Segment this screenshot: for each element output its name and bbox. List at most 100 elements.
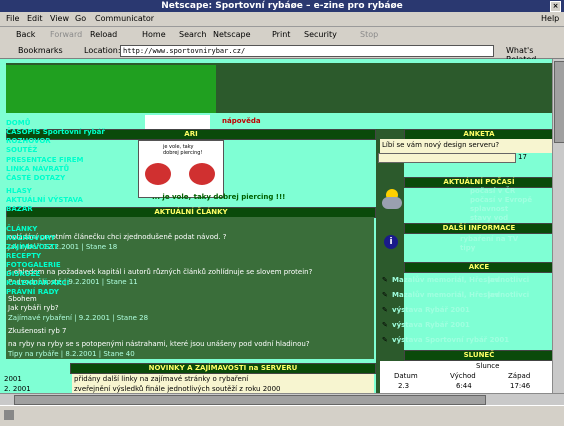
- page-content: nápověda ARI je vole, taky dobrej pierci…: [0, 59, 552, 393]
- info-link[interactable]: rybaření na TV: [460, 235, 518, 244]
- info-icon: i: [384, 235, 398, 249]
- window-title-bar: Netscape: Sportovní rybáøe – e-zine pro …: [0, 0, 564, 12]
- sidebar-item[interactable]: HLASY: [6, 187, 32, 196]
- sidebar-item[interactable]: AKTUÁLNÍ VÝSTAVA: [6, 196, 83, 205]
- hscroll-thumb[interactable]: [14, 395, 486, 405]
- search-button[interactable]: Search: [179, 30, 206, 39]
- stop-button[interactable]: Stop: [360, 30, 378, 39]
- akce-item[interactable]: Mazalův memoriál, Hřeslav: [392, 291, 499, 300]
- akce-bullet-icon: ✎: [382, 336, 388, 344]
- novinka-date: 2001: [4, 375, 22, 383]
- fish-caption-2: dobrej piercing!: [163, 150, 203, 156]
- akce-bullet-icon: ✎: [382, 291, 388, 299]
- sidebar-item[interactable]: RECEPTY: [6, 252, 41, 261]
- reload-button[interactable]: Reload: [90, 30, 117, 39]
- print-button[interactable]: Print: [272, 30, 290, 39]
- sidebar-item[interactable]: ROZHOVORY: [6, 234, 55, 243]
- akce-header: AKCE: [404, 262, 552, 273]
- security-button[interactable]: Security: [304, 30, 337, 39]
- sidebar-item[interactable]: DISKUZE: [6, 270, 40, 279]
- fish-icon: [189, 163, 215, 185]
- scroll-thumb[interactable]: [554, 61, 564, 143]
- window-title: Netscape: Sportovní rybáøe – e-zine pro …: [161, 1, 403, 11]
- sidebar-item[interactable]: BAZAR: [6, 205, 33, 214]
- forward-button[interactable]: Forward: [50, 30, 82, 39]
- sun-datum: 2.3: [398, 382, 410, 390]
- url-input[interactable]: http://www.sportovnirybar.cz/: [120, 45, 494, 57]
- sidebar-item[interactable]: SOUTĚŽ: [6, 146, 37, 155]
- article-title[interactable]: Zkušenosti ryb 7: [8, 327, 66, 336]
- sun-col-vychod: Východ: [450, 372, 476, 380]
- component-bar[interactable]: [480, 410, 558, 420]
- menu-file[interactable]: File: [6, 14, 19, 23]
- ari-caption: ... je vole, taky dobrej piercing !!!: [152, 193, 286, 201]
- menu-edit[interactable]: Edit: [27, 14, 43, 23]
- akce-kind: jednotlivci: [488, 276, 530, 284]
- location-label: Location:: [84, 46, 121, 55]
- pocasi-link[interactable]: počasí v Evropě: [470, 196, 532, 205]
- pocasi-link[interactable]: splavnost: [470, 205, 508, 214]
- back-button[interactable]: Back: [16, 30, 35, 39]
- fish-image-top: [145, 115, 210, 130]
- sidebar-item[interactable]: PRÁVNÍ RADY: [6, 288, 59, 297]
- anketa-question: Líbí se vám nový design serveru?: [382, 141, 500, 149]
- sun-col-zapad: Západ: [508, 372, 531, 380]
- anketa-bar: [378, 153, 516, 163]
- sidebar-item[interactable]: ČASOPIS Sportovní rybář: [6, 128, 105, 137]
- pocasi-link[interactable]: stavy vod: [470, 214, 508, 223]
- sun-vychod: 6:44: [456, 382, 472, 390]
- sidebar-item[interactable]: DOMŮ: [6, 119, 30, 128]
- menu-go[interactable]: Go: [75, 14, 86, 23]
- navigation-toolbar: Back Forward Reload Home Search Netscape…: [0, 27, 564, 44]
- novinka-text: přidány další linky na zajímavé stránky …: [74, 375, 249, 383]
- sidebar-item[interactable]: ROZHOVOR: [6, 137, 51, 146]
- info-header: DALŠÍ INFORMACE: [404, 223, 552, 234]
- vertical-scrollbar[interactable]: [552, 59, 564, 393]
- close-window-button[interactable]: ×: [550, 1, 561, 12]
- menu-bar: File Edit View Go Communicator Help: [0, 12, 564, 27]
- cloud-icon: [382, 197, 402, 209]
- location-toolbar: Bookmarks Location: http://www.sportovni…: [0, 43, 564, 64]
- napoveda-link[interactable]: nápověda: [222, 117, 261, 126]
- akce-kind: jednotlivci: [488, 291, 530, 299]
- bookmarks-button[interactable]: Bookmarks: [18, 46, 63, 55]
- netscape-button[interactable]: Netscape: [213, 30, 251, 39]
- akce-item[interactable]: výstava Rybář 2001: [392, 306, 470, 315]
- menu-communicator[interactable]: Communicator: [95, 14, 154, 23]
- right-strip: [376, 129, 404, 393]
- novinky-header: NOVINKY A ZAJÍMAVOSTI na SERVERU: [70, 363, 376, 374]
- akce-bullet-icon: ✎: [382, 276, 388, 284]
- fish-icon: [145, 163, 171, 185]
- menu-view[interactable]: View: [50, 14, 69, 23]
- menu-help[interactable]: Help: [541, 14, 559, 23]
- anketa-count: 17: [518, 153, 527, 161]
- sidebar-item[interactable]: ČLÁNKY: [6, 225, 37, 234]
- akce-item[interactable]: výstava Rybář 2001: [392, 321, 470, 330]
- novinka-text: zveřejnění výsledků finále jednotlivých …: [74, 385, 281, 393]
- status-bar: [0, 405, 564, 426]
- sun-table-title: Slunce: [476, 362, 500, 370]
- sidebar-item[interactable]: ZAJÍMAVOSTI: [6, 243, 57, 252]
- novinka-date: 2. 2001: [4, 385, 31, 393]
- security-lock-icon[interactable]: [4, 410, 14, 420]
- article-meta[interactable]: Zajímavé rybaření | 9.2.2001 | Stane 28: [8, 314, 148, 323]
- info-link[interactable]: tipy: [460, 244, 475, 253]
- sun-col-datum: Datum: [394, 372, 418, 380]
- article-meta[interactable]: Tipy na rybáře | 8.2.2001 | Stane 40: [8, 350, 135, 359]
- slunce-header: SLUNEČ: [404, 350, 552, 361]
- akce-bullet-icon: ✎: [382, 306, 388, 314]
- akce-item[interactable]: výstava Sportovní rybář 2001: [392, 336, 509, 345]
- article-text: Jak rybáři ryb?: [8, 304, 59, 312]
- sidebar-item[interactable]: LINKA NÁVRATŮ: [6, 165, 69, 174]
- sidebar-item[interactable]: PRESENTACE FIREM: [6, 156, 84, 165]
- sidebar-item[interactable]: FOTOGALERIE: [6, 261, 61, 270]
- sidebar-item[interactable]: ČASTÉ DOTAZY: [6, 174, 65, 183]
- pocasi-link[interactable]: počasí v ČR: [470, 187, 515, 196]
- home-button[interactable]: Home: [142, 30, 166, 39]
- article-text: na ryby na ryby se s potopenými nástraha…: [8, 340, 310, 348]
- banner-logo: [6, 65, 216, 113]
- sidebar-item[interactable]: KALENDÁŘ AKCÍ: [6, 279, 69, 288]
- akce-item[interactable]: Mazalův memoriál, Hřeslav: [392, 276, 499, 285]
- fish-piercing-image: je vole, taky dobrej piercing!: [138, 140, 224, 198]
- sun-zapad: 17:46: [510, 382, 531, 390]
